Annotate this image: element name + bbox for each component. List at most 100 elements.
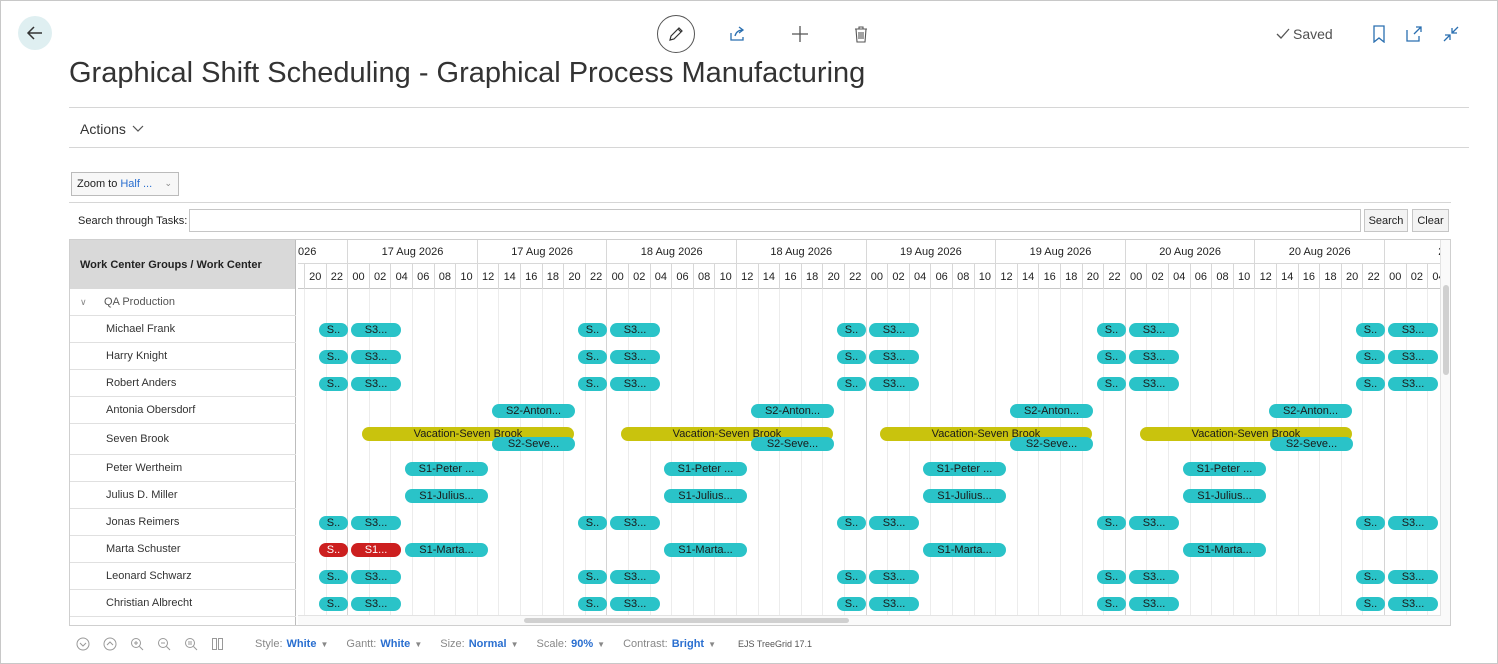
shift-bar[interactable]: S.. [1356, 350, 1385, 364]
clear-button[interactable]: Clear [1412, 209, 1449, 232]
scrollbar-thumb[interactable] [524, 618, 849, 623]
shift-bar[interactable]: S1-Julius... [664, 489, 747, 503]
shift-bar[interactable]: S2-Seve... [492, 437, 575, 451]
shift-bar[interactable]: S2-Seve... [1010, 437, 1093, 451]
shift-bar[interactable]: S1-Peter ... [923, 462, 1006, 476]
shift-bar[interactable]: S.. [837, 323, 866, 337]
shift-bar[interactable]: S3... [351, 323, 401, 337]
shift-bar[interactable]: S3... [869, 597, 919, 611]
expand-all-button[interactable] [75, 636, 91, 652]
bookmark-button[interactable] [1363, 18, 1395, 50]
shift-bar[interactable]: S3... [1129, 377, 1179, 391]
shift-bar[interactable]: S.. [578, 597, 607, 611]
work-center-row[interactable]: Peter Wertheim [70, 455, 296, 482]
vertical-scrollbar[interactable] [1440, 240, 1450, 625]
shift-bar[interactable]: S1-Marta... [405, 543, 488, 557]
shift-bar[interactable]: S2-Seve... [751, 437, 834, 451]
shift-bar[interactable]: S2-Anton... [1010, 404, 1093, 418]
zoom-select[interactable]: Zoom to Half ... ⌄ [71, 172, 179, 196]
shift-bar[interactable]: S3... [1129, 516, 1179, 530]
zoom-in-button[interactable] [129, 636, 145, 652]
collapse-all-button[interactable] [102, 636, 118, 652]
work-center-row[interactable]: Christian Albrecht [70, 590, 296, 617]
shift-bar[interactable]: S.. [1356, 597, 1385, 611]
shift-bar[interactable]: S3... [610, 323, 660, 337]
shift-bar[interactable]: S.. [578, 570, 607, 584]
shift-bar[interactable]: S.. [1356, 516, 1385, 530]
zoom-out-button[interactable] [156, 636, 172, 652]
delete-button[interactable] [845, 18, 877, 50]
shift-bar[interactable]: S3... [610, 350, 660, 364]
shift-bar[interactable]: S1-Julius... [405, 489, 488, 503]
shift-bar[interactable]: S2-Anton... [751, 404, 834, 418]
shift-bar[interactable]: S3... [869, 570, 919, 584]
shift-bar[interactable]: S.. [319, 570, 348, 584]
work-center-row[interactable]: Jonas Reimers [70, 509, 296, 536]
shift-bar[interactable]: S.. [1097, 597, 1126, 611]
shift-bar[interactable]: S3... [869, 377, 919, 391]
shift-bar[interactable]: S.. [1097, 323, 1126, 337]
shift-bar[interactable]: S3... [1388, 516, 1438, 530]
shift-bar[interactable]: S.. [837, 377, 866, 391]
work-center-row[interactable]: Julius D. Miller [70, 482, 296, 509]
new-button[interactable] [784, 18, 816, 50]
shift-bar[interactable]: S.. [1356, 377, 1385, 391]
shift-bar[interactable]: S3... [869, 350, 919, 364]
work-center-row[interactable]: Leonard Schwarz [70, 563, 296, 590]
shift-bar[interactable]: S3... [869, 516, 919, 530]
horizontal-scrollbar[interactable] [298, 615, 1441, 625]
shift-bar[interactable]: S3... [351, 516, 401, 530]
shift-bar[interactable]: S3... [1388, 350, 1438, 364]
shift-bar[interactable]: S.. [837, 597, 866, 611]
shift-bar[interactable]: S3... [1388, 597, 1438, 611]
chevron-down-icon[interactable]: ∨ [80, 297, 104, 308]
shift-bar[interactable]: S3... [1388, 570, 1438, 584]
contrast-option[interactable]: Contrast: Bright ▼ [623, 638, 716, 650]
search-button[interactable]: Search [1364, 209, 1408, 232]
shift-bar[interactable]: S.. [578, 323, 607, 337]
work-center-row[interactable]: Robert Anders [70, 370, 296, 397]
shift-bar[interactable]: S.. [319, 597, 348, 611]
gantt-option[interactable]: Gantt: White ▼ [346, 638, 422, 650]
shift-bar[interactable]: S1-Peter ... [405, 462, 488, 476]
shift-bar[interactable]: S3... [610, 377, 660, 391]
search-input[interactable] [189, 209, 1361, 232]
shift-bar[interactable]: S1-Julius... [1183, 489, 1266, 503]
gantt-chart-area[interactable]: 026 17 Aug 2026 17 Aug 2026 18 Aug 2026 18 A… [298, 240, 1441, 625]
actions-menu[interactable]: Actions [80, 121, 144, 137]
shift-bar[interactable]: S.. [319, 516, 348, 530]
shift-bar[interactable]: S.. [578, 350, 607, 364]
shift-bar[interactable]: S3... [610, 597, 660, 611]
shift-bar[interactable]: S1-Marta... [923, 543, 1006, 557]
shift-bar[interactable]: S3... [869, 323, 919, 337]
shift-bar[interactable]: S.. [1097, 350, 1126, 364]
shift-bar[interactable]: S3... [1388, 323, 1438, 337]
shift-bar[interactable]: S.. [319, 377, 348, 391]
shift-bar[interactable]: S.. [1356, 323, 1385, 337]
share-button[interactable] [721, 18, 753, 50]
shift-bar[interactable]: S2-Seve... [1270, 437, 1353, 451]
shift-bar[interactable]: S1-Peter ... [1183, 462, 1266, 476]
shift-bar[interactable]: S3... [1129, 597, 1179, 611]
shift-bar[interactable]: S3... [351, 597, 401, 611]
shift-bar[interactable]: S.. [1097, 516, 1126, 530]
shift-bar[interactable]: S.. [319, 350, 348, 364]
open-new-window-button[interactable] [1398, 18, 1430, 50]
shift-bar[interactable]: S3... [351, 377, 401, 391]
shift-bar[interactable]: S.. [319, 323, 348, 337]
shift-bar[interactable]: S1-Marta... [664, 543, 747, 557]
shift-bar[interactable]: S.. [578, 516, 607, 530]
shift-bar[interactable]: S.. [1097, 570, 1126, 584]
shift-bar[interactable]: S.. [578, 377, 607, 391]
work-center-row[interactable]: Seven Brook [70, 424, 296, 455]
conflict-shift-bar[interactable]: S1... [351, 543, 401, 557]
shift-bar[interactable]: S.. [837, 516, 866, 530]
size-option[interactable]: Size: Normal ▼ [440, 638, 518, 650]
shift-bar[interactable]: S2-Anton... [1269, 404, 1352, 418]
shift-bar[interactable]: S3... [610, 570, 660, 584]
shift-bar[interactable]: S3... [1388, 377, 1438, 391]
shift-bar[interactable]: S.. [837, 570, 866, 584]
shift-bar[interactable]: S.. [1356, 570, 1385, 584]
group-row[interactable]: ∨ QA Production [70, 289, 296, 316]
shift-bar[interactable]: S.. [1097, 377, 1126, 391]
